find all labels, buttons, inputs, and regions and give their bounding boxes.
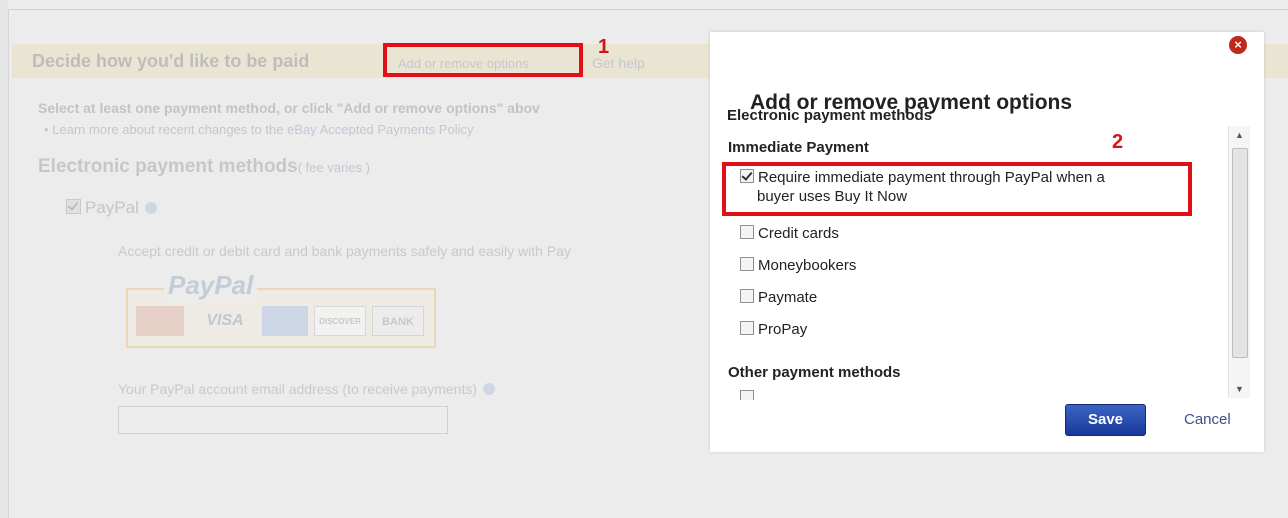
email-label: Your PayPal account email address (to re…: [118, 381, 495, 397]
fee-varies-link[interactable]: ( fee varies ): [298, 160, 370, 175]
option-credit-cards[interactable]: Credit cards: [740, 225, 839, 242]
option-label: Credit cards: [758, 225, 839, 242]
electronic-payment-heading: Electronic payment methods( fee varies ): [38, 156, 370, 178]
visa-icon: VISA: [206, 312, 244, 329]
page-top-border: [8, 9, 1288, 10]
checkbox[interactable]: [740, 289, 754, 303]
vertical-scrollbar[interactable]: ▲ ▼: [1228, 126, 1250, 398]
group-immediate-payment: Immediate Payment: [728, 139, 869, 156]
help-icon[interactable]: [144, 202, 157, 214]
discover-icon: DISCOVER: [314, 306, 366, 336]
callout-number-2: 2: [1112, 131, 1124, 153]
paypal-label: PayPal: [85, 198, 139, 217]
accept-payments-text: Accept credit or debit card and bank pay…: [118, 243, 571, 259]
checkbox[interactable]: [740, 225, 754, 239]
option-moneybookers[interactable]: Moneybookers: [740, 257, 856, 274]
callout-highlight-2: [722, 162, 1192, 216]
option-paymate[interactable]: Paymate: [740, 289, 817, 306]
checkbox[interactable]: [740, 257, 754, 271]
checkbox[interactable]: [740, 390, 754, 400]
scroll-up-arrow-icon[interactable]: ▲: [1229, 126, 1250, 144]
cancel-link[interactable]: Cancel: [1184, 411, 1231, 428]
group-other-payment: Other payment methods: [728, 364, 901, 381]
scrollbar-thumb[interactable]: [1232, 148, 1248, 358]
electronic-payment-heading-text: Electronic payment methods: [38, 156, 298, 177]
option-partial[interactable]: [740, 390, 758, 400]
close-icon[interactable]: ×: [1229, 36, 1247, 54]
paypal-checkbox[interactable]: [66, 199, 81, 214]
instruction-text: Select at least one payment method, or c…: [38, 100, 540, 116]
scroll-down-arrow-icon[interactable]: ▼: [1229, 380, 1250, 398]
policy-bullet: • Learn more about recent changes to the…: [44, 122, 473, 137]
help-icon[interactable]: [483, 383, 495, 395]
policy-link[interactable]: eBay Accepted Payments Policy: [287, 122, 473, 137]
bank-icon: BANK: [372, 306, 424, 336]
paypal-logo-text: PayPal: [164, 270, 258, 301]
save-button[interactable]: Save: [1065, 404, 1146, 436]
option-label: Moneybookers: [758, 257, 857, 274]
callout-number-1: 1: [598, 36, 610, 58]
dialog-subtitle: Electronic payment methods: [727, 107, 933, 124]
page-left-border: [8, 9, 9, 518]
policy-bullet-text: • Learn more about recent changes to the: [44, 122, 288, 137]
section-title: Decide how you'd like to be paid: [32, 51, 310, 71]
option-propay[interactable]: ProPay: [740, 321, 807, 338]
option-label: ProPay: [758, 321, 808, 338]
email-label-text: Your PayPal account email address (to re…: [118, 381, 477, 397]
option-label: Paymate: [758, 289, 818, 306]
paypal-option[interactable]: PayPal: [66, 198, 157, 218]
checkbox[interactable]: [740, 321, 754, 335]
callout-highlight-1: [383, 43, 583, 77]
mastercard-icon: [136, 306, 184, 336]
paypal-email-input[interactable]: [118, 406, 448, 434]
amex-icon: [262, 306, 308, 336]
